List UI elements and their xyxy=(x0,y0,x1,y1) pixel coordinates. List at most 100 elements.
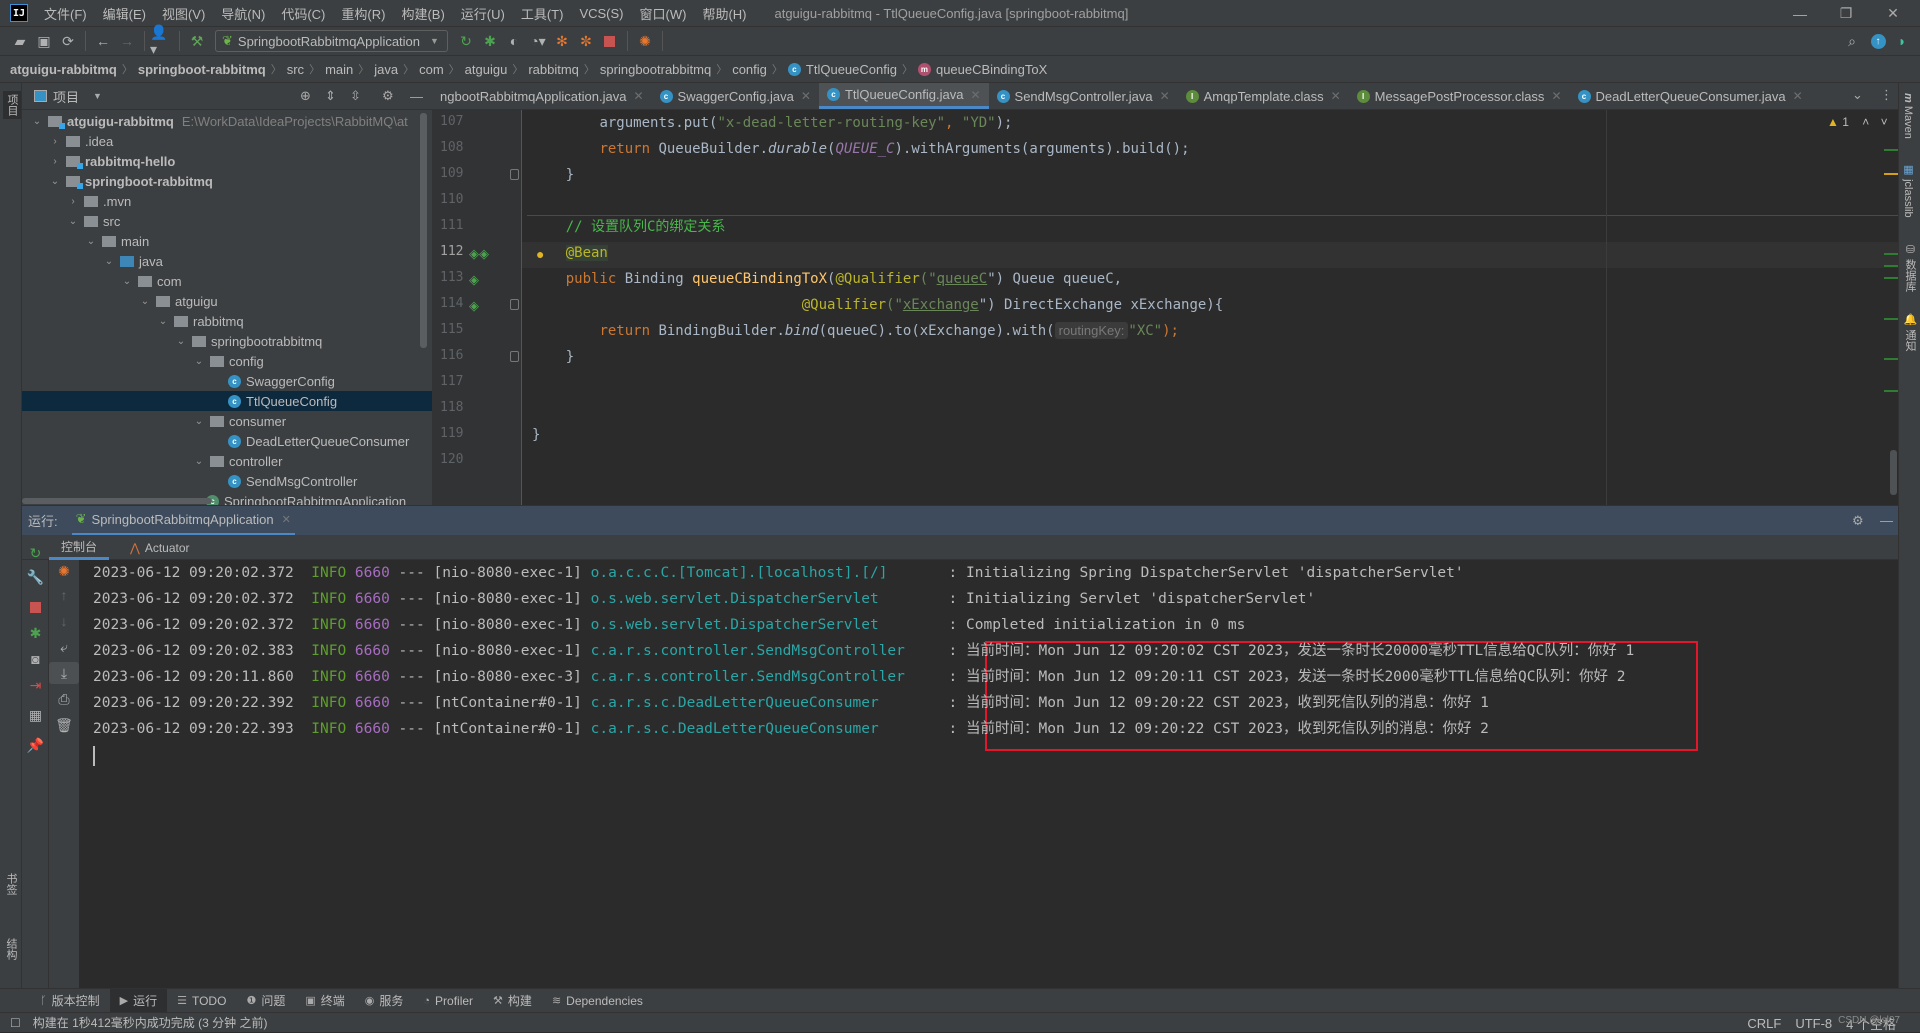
editor-tab[interactable]: c DeadLetterQueueConsumer.java ✕ xyxy=(1570,83,1811,109)
soft-wrap-icon[interactable]: ⤶ xyxy=(49,636,79,658)
database-tool-button[interactable]: ⛁ 数据库 xyxy=(1902,243,1918,292)
open-folder-icon[interactable]: ▰ xyxy=(8,30,32,52)
tool-tab-terminal[interactable]: ▣ 终端 xyxy=(295,989,354,1013)
exit-icon[interactable]: ⇥ xyxy=(22,674,49,696)
tool-tab-build[interactable]: ⚒ 构建 xyxy=(483,989,542,1013)
chevron-down-icon[interactable]: ▼ xyxy=(93,91,102,101)
debug-restart-icon[interactable]: ✱ xyxy=(22,622,49,644)
tree-item[interactable]: ⌄ atguigu-rabbitmq E:\WorkData\IdeaProject… xyxy=(22,111,432,131)
bean-gutter-icon[interactable]: ◈ xyxy=(469,272,479,288)
editor-scrollbar[interactable] xyxy=(1890,450,1897,495)
editor-tab[interactable]: I MessagePostProcessor.class ✕ xyxy=(1349,83,1570,109)
warning-stripe-mark[interactable] xyxy=(1884,173,1898,175)
sync-icon[interactable]: ⟳ xyxy=(56,30,80,52)
hide-icon[interactable]: — xyxy=(410,89,423,104)
tree-item[interactable]: ⌄ java xyxy=(22,251,432,271)
editor-tab[interactable]: ngbootRabbitmqApplication.java ✕ xyxy=(432,83,652,109)
menu-vcs[interactable]: VCS(S) xyxy=(571,6,631,21)
error-stripe-mark[interactable] xyxy=(1884,265,1898,267)
editor-tab[interactable]: c SwaggerConfig.java ✕ xyxy=(652,83,819,109)
menu-file[interactable]: 文件(F) xyxy=(36,4,95,23)
profile-icon[interactable]: ◔▾ xyxy=(526,30,550,52)
close-tab-icon[interactable]: ✕ xyxy=(1160,89,1170,103)
chevron-down-icon[interactable]: ⌄ xyxy=(192,356,206,367)
tree-item[interactable]: c TtlQueueConfig xyxy=(22,391,432,411)
menu-edit[interactable]: 编辑(E) xyxy=(95,4,154,23)
expand-all-icon[interactable]: ⇕ xyxy=(325,88,336,104)
tree-item[interactable]: c SendMsgController xyxy=(22,471,432,491)
collapse-all-icon[interactable]: ⇳ xyxy=(350,88,361,104)
tree-item[interactable]: ⌄ src xyxy=(22,211,432,231)
fold-marker-icon[interactable] xyxy=(510,351,519,362)
maximize-button[interactable]: ❐ xyxy=(1823,0,1869,27)
rerun-icon[interactable]: ↻ xyxy=(22,542,49,564)
breadcrumb-item[interactable]: java xyxy=(374,62,398,77)
rerun-icon[interactable]: ↻ xyxy=(454,30,478,52)
chevron-down-icon[interactable]: ⌄ xyxy=(192,416,206,427)
error-stripe-mark[interactable] xyxy=(1884,390,1898,392)
stop-icon[interactable] xyxy=(598,30,622,52)
chevron-down-icon[interactable]: ⌄ xyxy=(48,176,62,187)
code-editor[interactable]: 107 108 109 110 111 112 113 114 115 116 117 118 119 1… xyxy=(432,110,1898,505)
bean-gutter-icon[interactable]: ◈ xyxy=(469,298,479,314)
fold-marker-icon[interactable] xyxy=(510,169,519,180)
close-tab-icon[interactable]: ✕ xyxy=(970,88,980,102)
menu-window[interactable]: 窗口(W) xyxy=(632,4,695,23)
breadcrumb-item[interactable]: atguigu-rabbitmq xyxy=(10,62,117,77)
inspection-widget[interactable]: ▲ 1 ˄ ˅ xyxy=(1827,115,1888,129)
chevron-down-icon[interactable]: ⌄ xyxy=(174,336,188,347)
tree-item[interactable]: ⌄ springboot-rabbitmq xyxy=(22,171,432,191)
error-stripe-mark[interactable] xyxy=(1884,318,1898,320)
menu-code[interactable]: 代码(C) xyxy=(273,4,333,23)
menu-view[interactable]: 视图(V) xyxy=(154,4,213,23)
stop-icon[interactable] xyxy=(22,596,49,618)
notifications-tool-button[interactable]: 🔔 通知 xyxy=(1902,313,1918,351)
status-message[interactable]: 构建在 1秒412毫秒内成功完成 (3 分钟 之前) xyxy=(33,1014,268,1031)
wrench-icon[interactable]: 🔧 xyxy=(22,566,49,588)
chevron-right-icon[interactable]: › xyxy=(48,136,62,147)
tool-tab-profiler[interactable]: ◔ Profiler xyxy=(413,989,483,1013)
tool-tab-version-control[interactable]: ᚴ 版本控制 xyxy=(30,989,110,1013)
close-tab-icon[interactable]: ✕ xyxy=(801,89,811,103)
plugin-icon[interactable]: ✺ xyxy=(633,30,657,52)
forward-icon[interactable]: → xyxy=(115,30,139,52)
code-with-me-icon[interactable]: ◗ xyxy=(1890,30,1914,52)
editor-tab[interactable]: I AmqpTemplate.class ✕ xyxy=(1178,83,1349,109)
chevron-down-icon[interactable]: ⌄ xyxy=(66,216,80,227)
breadcrumb-item[interactable]: TtlQueueConfig xyxy=(806,62,897,77)
breadcrumb-item[interactable]: springboot-rabbitmq xyxy=(138,62,266,77)
gear-icon[interactable]: ⚙ xyxy=(1852,513,1864,529)
tree-item[interactable]: c DeadLetterQueueConsumer xyxy=(22,431,432,451)
close-tab-icon[interactable]: ✕ xyxy=(282,513,291,526)
project-tool-button[interactable]: 项目 xyxy=(3,91,21,119)
menu-run[interactable]: 运行(U) xyxy=(453,4,513,23)
line-separator[interactable]: CRLF xyxy=(1747,1016,1781,1031)
more-tabs-icon[interactable]: ⋮ xyxy=(1880,87,1893,103)
bookmarks-tool-button[interactable]: 书签 xyxy=(3,873,19,895)
close-tab-icon[interactable]: ✕ xyxy=(1331,89,1341,103)
tree-item[interactable]: ⌄ com xyxy=(22,271,432,291)
actuator-status-icon[interactable]: ✺ xyxy=(49,560,79,582)
tree-item[interactable]: ⌄ controller xyxy=(22,451,432,471)
menu-refactor[interactable]: 重构(R) xyxy=(333,4,393,23)
tool-window-toggle-icon[interactable]: ☐ xyxy=(10,1016,21,1030)
tool-tab-todo[interactable]: ☰ TODO xyxy=(167,989,236,1013)
lightbulb-icon[interactable]: ● xyxy=(536,246,544,262)
menu-build[interactable]: 构建(B) xyxy=(393,4,452,23)
trash-icon[interactable]: 🗑 xyxy=(49,714,79,736)
back-icon[interactable]: ← xyxy=(91,30,115,52)
tab-console[interactable]: 控制台 xyxy=(49,535,110,560)
jclasslib-tool-button[interactable]: ▦ jclasslib xyxy=(1902,163,1915,218)
debug-icon[interactable]: ✱ xyxy=(478,30,502,52)
chevron-down-icon[interactable]: ⌄ xyxy=(30,116,44,127)
breadcrumb-item[interactable]: com xyxy=(419,62,444,77)
breadcrumb-item[interactable]: rabbitmq xyxy=(528,62,579,77)
chevron-down-icon[interactable]: ⌄ xyxy=(192,456,206,467)
tree-item[interactable]: › .idea xyxy=(22,131,432,151)
menu-tools[interactable]: 工具(T) xyxy=(513,4,572,23)
minimize-button[interactable]: — xyxy=(1777,0,1823,27)
tree-item[interactable]: ⌄ main xyxy=(22,231,432,251)
project-view-selector[interactable]: 项目 xyxy=(53,87,79,106)
hot-swap-icon[interactable]: ✼ xyxy=(574,30,598,52)
chevron-down-icon[interactable]: ⌄ xyxy=(120,276,134,287)
